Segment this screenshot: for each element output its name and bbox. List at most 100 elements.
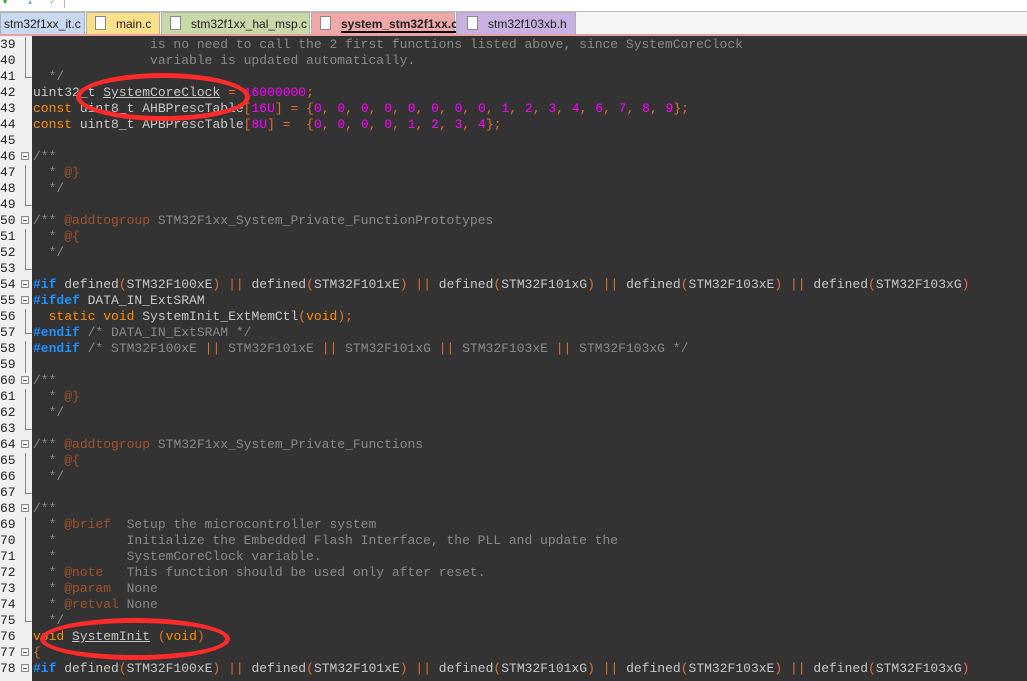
fold-line [25, 389, 26, 405]
code-line[interactable]: 73 * @param None [0, 581, 1027, 597]
code-line[interactable]: 65 * @{ [0, 453, 1027, 469]
code-line[interactable]: 61 * @} [0, 389, 1027, 405]
code-line[interactable]: 67 [0, 485, 1027, 501]
code-line[interactable]: 69 * @brief Setup the microcontroller sy… [0, 517, 1027, 533]
fold-toggle-icon[interactable] [21, 664, 29, 672]
fold-end-marker [25, 325, 32, 334]
tab-label: stm32f1xx_it.c [4, 17, 81, 31]
line-number: 53 [0, 261, 16, 276]
code-line[interactable]: 45 [0, 133, 1027, 149]
check-icon[interactable]: ✓ [50, 0, 60, 6]
line-number: 46 [0, 149, 16, 164]
code-text: /** [33, 373, 57, 388]
fold-end-marker [25, 197, 32, 206]
line-number: 40 [0, 53, 16, 68]
code-text: * SystemCoreClock variable. [33, 549, 322, 564]
code-line[interactable]: 64 /** @addtogroup STM32F1xx_System_Priva… [0, 437, 1027, 453]
code-line[interactable]: 66 */ [0, 469, 1027, 485]
up-arrow-icon[interactable]: ▲ [28, 0, 38, 6]
code-text: * Initialize the Embedded Flash Interfac… [33, 533, 619, 548]
code-line[interactable]: 46 /** [0, 149, 1027, 165]
code-text: * @param None [33, 581, 158, 596]
code-line[interactable]: 62 */ [0, 405, 1027, 421]
line-number: 61 [0, 389, 16, 404]
code-line[interactable]: 59 [0, 357, 1027, 373]
code-text: * @brief Setup the microcontroller syste… [33, 517, 377, 532]
toolbar: ▼ ▲ ✓ [0, 0, 1027, 11]
line-number: 62 [0, 405, 16, 420]
fold-end-marker [25, 485, 32, 494]
code-line[interactable]: 72 * @note This function should be used … [0, 565, 1027, 581]
code-text: /** @addtogroup STM32F1xx_System_Private… [33, 213, 494, 228]
code-line[interactable]: 47 * @} [0, 165, 1027, 181]
fold-line [25, 405, 26, 421]
code-line[interactable]: 51 * @{ [0, 229, 1027, 245]
code-line[interactable]: 58 #endif /* STM32F100xE || STM32F101xE |… [0, 341, 1027, 357]
fold-line [25, 341, 26, 357]
line-number: 45 [0, 133, 16, 148]
line-number: 44 [0, 117, 16, 132]
code-line[interactable]: 53 [0, 261, 1027, 277]
fold-line [25, 581, 26, 597]
code-line[interactable]: 39 is no need to call the 2 first functi… [0, 37, 1027, 53]
down-arrow-icon[interactable]: ▼ [3, 0, 13, 6]
code-line[interactable]: 55 #ifdef DATA_IN_ExtSRAM [0, 293, 1027, 309]
tab-stm32f103xb-h[interactable]: stm32f103xb.h [456, 12, 576, 34]
fold-line [25, 469, 26, 485]
code-line[interactable]: 60 /** [0, 373, 1027, 389]
fold-line [25, 517, 26, 533]
code-line[interactable]: 68 /** [0, 501, 1027, 517]
line-number: 51 [0, 229, 16, 244]
line-number: 76 [0, 629, 16, 644]
tab-main[interactable]: main.c [86, 12, 160, 34]
code-line[interactable]: 50 /** @addtogroup STM32F1xx_System_Priva… [0, 213, 1027, 229]
code-text: /** [33, 149, 57, 164]
code-text: #endif /* DATA_IN_ExtSRAM */ [33, 325, 252, 340]
code-line[interactable]: 70 * Initialize the Embedded Flash Inter… [0, 533, 1027, 549]
code-text: static void SystemInit_ExtMemCtl(void); [48, 309, 353, 324]
fold-toggle-icon[interactable] [21, 648, 29, 656]
code-line[interactable]: 71 * SystemCoreClock variable. [0, 549, 1027, 565]
fold-line [25, 165, 26, 181]
code-text: #endif /* STM32F100xE || STM32F101xE || … [33, 341, 689, 356]
code-editor[interactable]: 39 is no need to call the 2 first functi… [0, 37, 1027, 677]
code-text: is no need to call the 2 first functions… [33, 37, 743, 52]
code-text: * @retval None [33, 597, 158, 612]
code-line[interactable]: 52 */ [0, 245, 1027, 261]
fold-toggle-icon[interactable] [21, 296, 29, 304]
fold-toggle-icon[interactable] [21, 504, 29, 512]
line-number: 52 [0, 245, 16, 260]
code-line[interactable]: 74 * @retval None [0, 597, 1027, 613]
fold-line [25, 533, 26, 549]
code-line[interactable]: 56 static void SystemInit_ExtMemCtl(void… [0, 309, 1027, 325]
code-line[interactable]: 63 [0, 421, 1027, 437]
fold-toggle-icon[interactable] [21, 280, 29, 288]
code-line[interactable]: 78 #if defined(STM32F100xE) || defined(ST… [0, 661, 1027, 677]
line-number: 67 [0, 485, 16, 500]
code-text: */ [33, 69, 65, 84]
fold-line [25, 565, 26, 581]
tab-stm32f1xx-it[interactable]: stm32f1xx_it.c [0, 12, 85, 34]
tab-stm32f1xx-hal-msp[interactable]: stm32f1xx_hal_msp.c [161, 12, 310, 34]
code-line[interactable]: 54 #if defined(STM32F100xE) || defined(ST… [0, 277, 1027, 293]
line-number: 57 [0, 325, 16, 340]
code-text: * @{ [33, 229, 80, 244]
code-line[interactable]: 48 */ [0, 181, 1027, 197]
fold-toggle-icon[interactable] [21, 440, 29, 448]
line-number: 65 [0, 453, 16, 468]
fold-toggle-icon[interactable] [21, 376, 29, 384]
fold-toggle-icon[interactable] [21, 152, 29, 160]
code-text: #ifdef DATA_IN_ExtSRAM [33, 293, 205, 308]
code-line[interactable]: 49 [0, 197, 1027, 213]
file-icon [95, 16, 106, 30]
line-number: 70 [0, 533, 16, 548]
line-number: 72 [0, 565, 16, 580]
file-icon [320, 16, 331, 30]
tab-system-stm32f1xx[interactable]: system_stm32f1xx.c [311, 12, 458, 34]
fold-toggle-icon[interactable] [21, 216, 29, 224]
code-line[interactable]: 57 #endif /* DATA_IN_ExtSRAM */ [0, 325, 1027, 341]
fold-line [25, 245, 26, 261]
code-line[interactable]: 40 variable is updated automatically. [0, 53, 1027, 69]
fold-end-marker [25, 613, 32, 622]
line-number: 47 [0, 165, 16, 180]
